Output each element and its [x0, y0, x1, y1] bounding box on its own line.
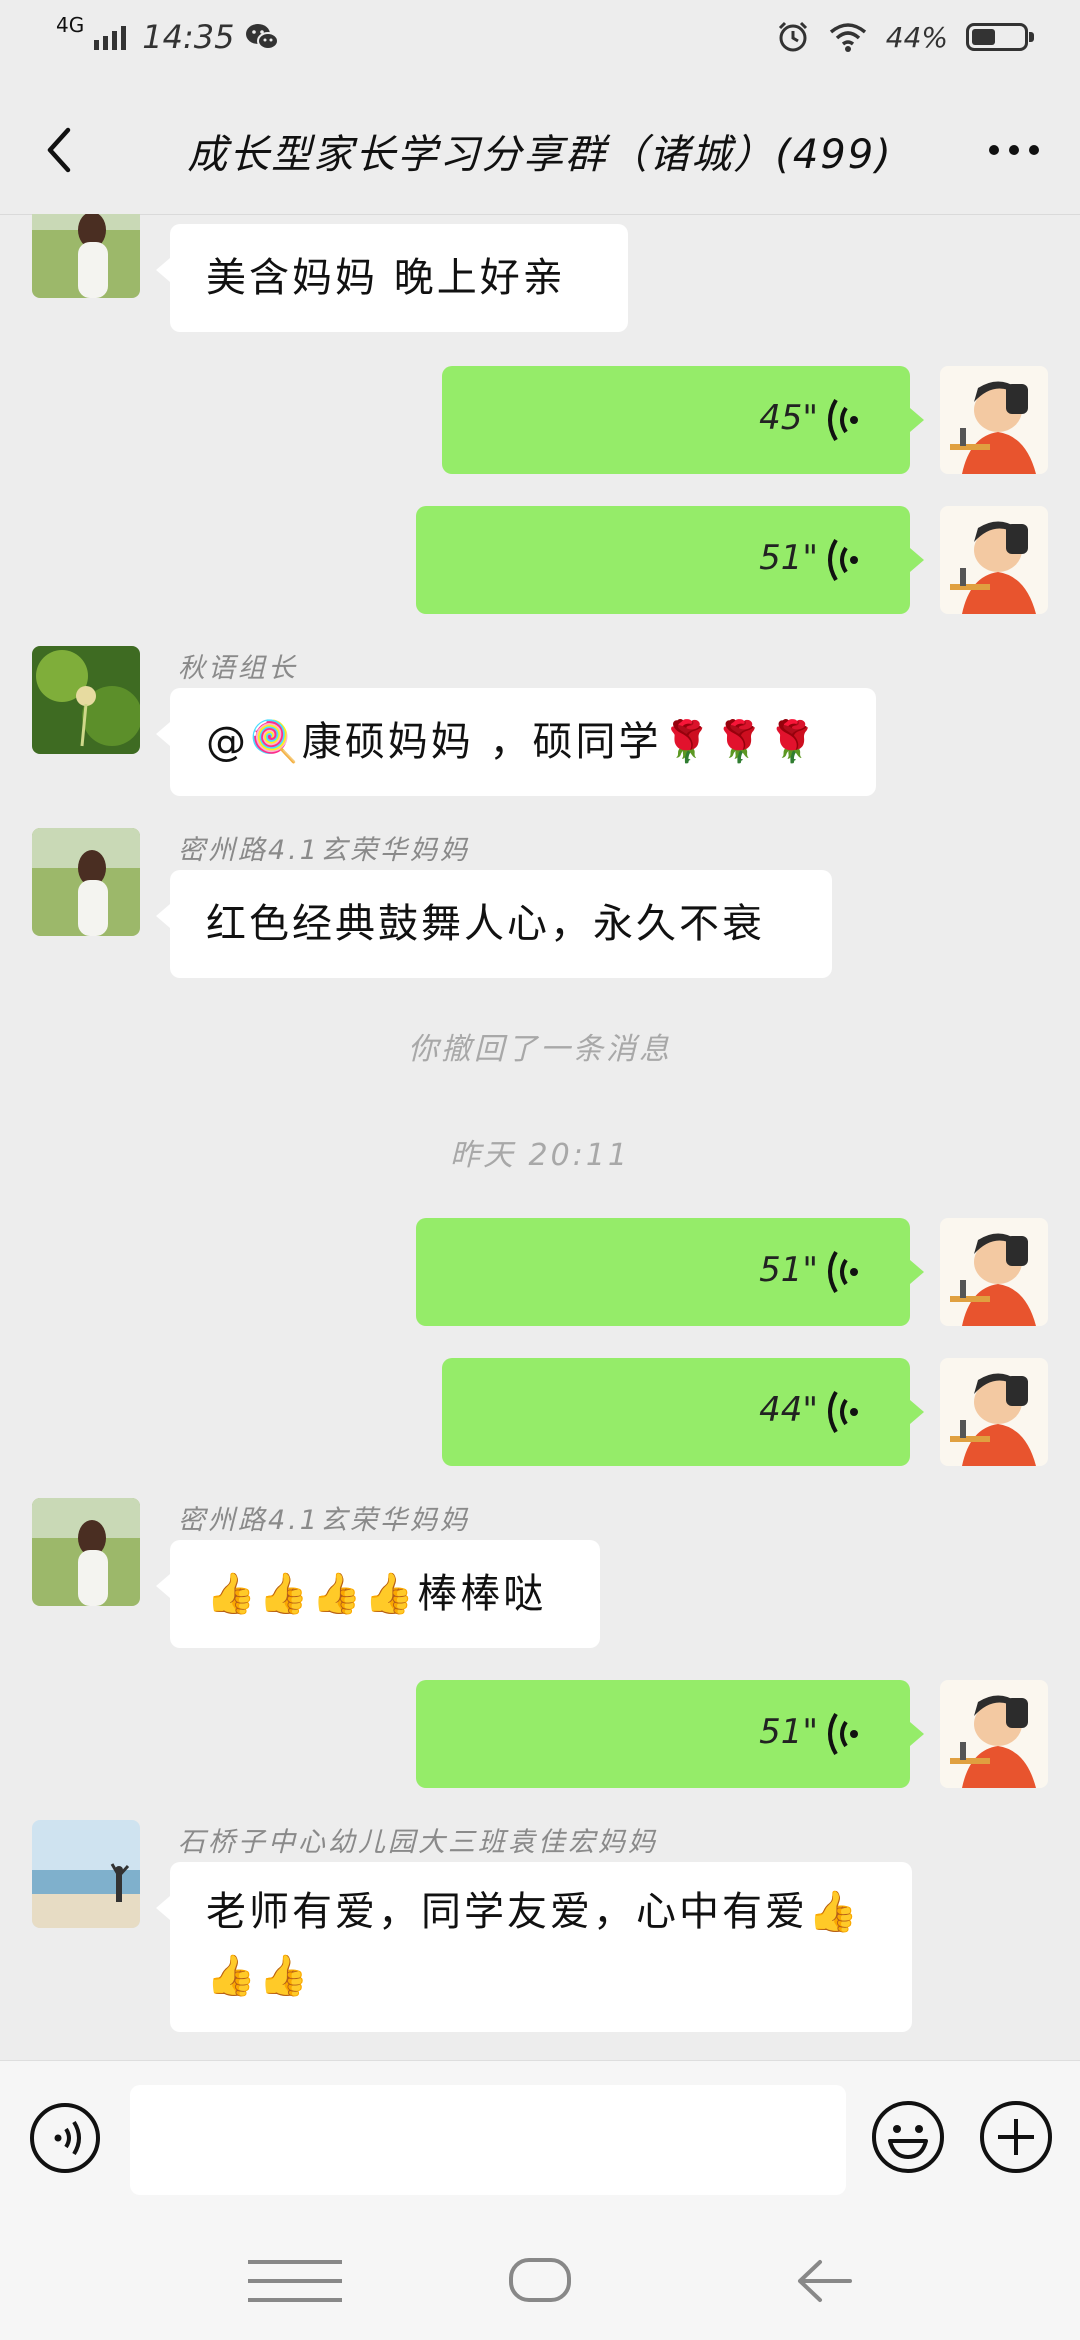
menu-nav-icon[interactable]: [240, 2246, 350, 2316]
voice-message[interactable]: 45": [442, 366, 924, 474]
avatar-self[interactable]: [940, 1218, 1048, 1326]
signal-icon: [94, 24, 127, 50]
clock: 14:35: [142, 18, 235, 56]
voice-duration: 51": [759, 538, 818, 578]
battery-percent: 44%: [885, 20, 948, 54]
voice-wave-icon: [828, 1390, 858, 1434]
network-type: 4G: [56, 13, 85, 37]
status-bar: 4G 14:35 44%: [0, 0, 1080, 80]
add-icon[interactable]: [978, 2099, 1054, 2175]
voice-input-icon[interactable]: [28, 2101, 102, 2175]
avatar-yuan-mom[interactable]: [32, 1820, 140, 1928]
wifi-icon: [829, 23, 866, 52]
avatar-self[interactable]: [940, 1680, 1048, 1788]
message-line: 老师有爱，同学友爱，心中有爱👍: [206, 1889, 861, 1935]
sender-name: 石桥子中心幼儿园大三班袁佳宏妈妈: [178, 1827, 658, 1858]
system-nav-bar: [0, 2220, 1080, 2340]
message-input[interactable]: [130, 2085, 846, 2195]
voice-duration: 45": [759, 398, 818, 438]
message-bubble[interactable]: 美含妈妈 晚上好亲: [156, 224, 628, 332]
message-bubble[interactable]: 👍👍👍👍棒棒哒: [156, 1540, 600, 1648]
timestamp: 昨天 20:11: [450, 1138, 630, 1173]
back-arrow-icon[interactable]: [36, 120, 86, 180]
alarm-icon: [778, 21, 807, 52]
sender-name: 秋语组长: [178, 653, 298, 684]
sender-name: 密州路4.1玄荣华妈妈: [178, 1505, 470, 1536]
avatar-self[interactable]: [940, 506, 1048, 614]
chat-header: 成长型家长学习分享群（诸城）(499): [0, 80, 1080, 215]
message-line: 👍👍: [206, 1953, 312, 1999]
sender-name: 密州路4.1玄荣华妈妈: [178, 835, 470, 866]
back-nav-icon[interactable]: [770, 2246, 880, 2316]
recall-notice: 你撤回了一条消息: [408, 1032, 672, 1067]
voice-message[interactable]: 44": [442, 1358, 924, 1466]
chat-title: 成长型家长学习分享群（诸城）(499): [187, 132, 893, 178]
voice-duration: 51": [759, 1712, 818, 1752]
home-nav-icon[interactable]: [485, 2246, 595, 2316]
avatar-xuan-mom[interactable]: [32, 1498, 140, 1606]
voice-message[interactable]: 51": [416, 1680, 924, 1788]
voice-wave-icon: [828, 538, 858, 582]
voice-message[interactable]: 51": [416, 506, 924, 614]
voice-message[interactable]: 51": [416, 1218, 924, 1326]
voice-wave-icon: [828, 398, 858, 442]
input-bar: [0, 2060, 1080, 2221]
avatar-self[interactable]: [940, 1358, 1048, 1466]
voice-wave-icon: [828, 1712, 858, 1756]
message-bubble[interactable]: @🍭康硕妈妈 ，硕同学🌹🌹🌹: [156, 688, 876, 796]
voice-duration: 51": [759, 1250, 818, 1290]
avatar-xuan-mom[interactable]: [32, 214, 140, 298]
avatar-xuan-mom[interactable]: [32, 828, 140, 936]
message-bubble[interactable]: 红色经典鼓舞人心，永久不衰: [156, 870, 832, 978]
wechat-icon: [246, 24, 280, 50]
voice-wave-icon: [828, 1250, 858, 1294]
message-list[interactable]: 美含妈妈 晚上好亲 45" 51" 秋语组长 @🍭康硕妈妈 ，硕同学🌹🌹🌹 密州…: [0, 214, 1080, 2060]
emoji-icon[interactable]: [870, 2099, 946, 2175]
voice-duration: 44": [759, 1390, 818, 1430]
avatar-qiuyu[interactable]: [32, 646, 140, 754]
battery-icon: [966, 23, 1034, 51]
more-options-icon[interactable]: [984, 130, 1044, 170]
avatar-self[interactable]: [940, 366, 1048, 474]
message-bubble[interactable]: 老师有爱，同学友爱，心中有爱👍 👍👍: [156, 1862, 912, 2032]
